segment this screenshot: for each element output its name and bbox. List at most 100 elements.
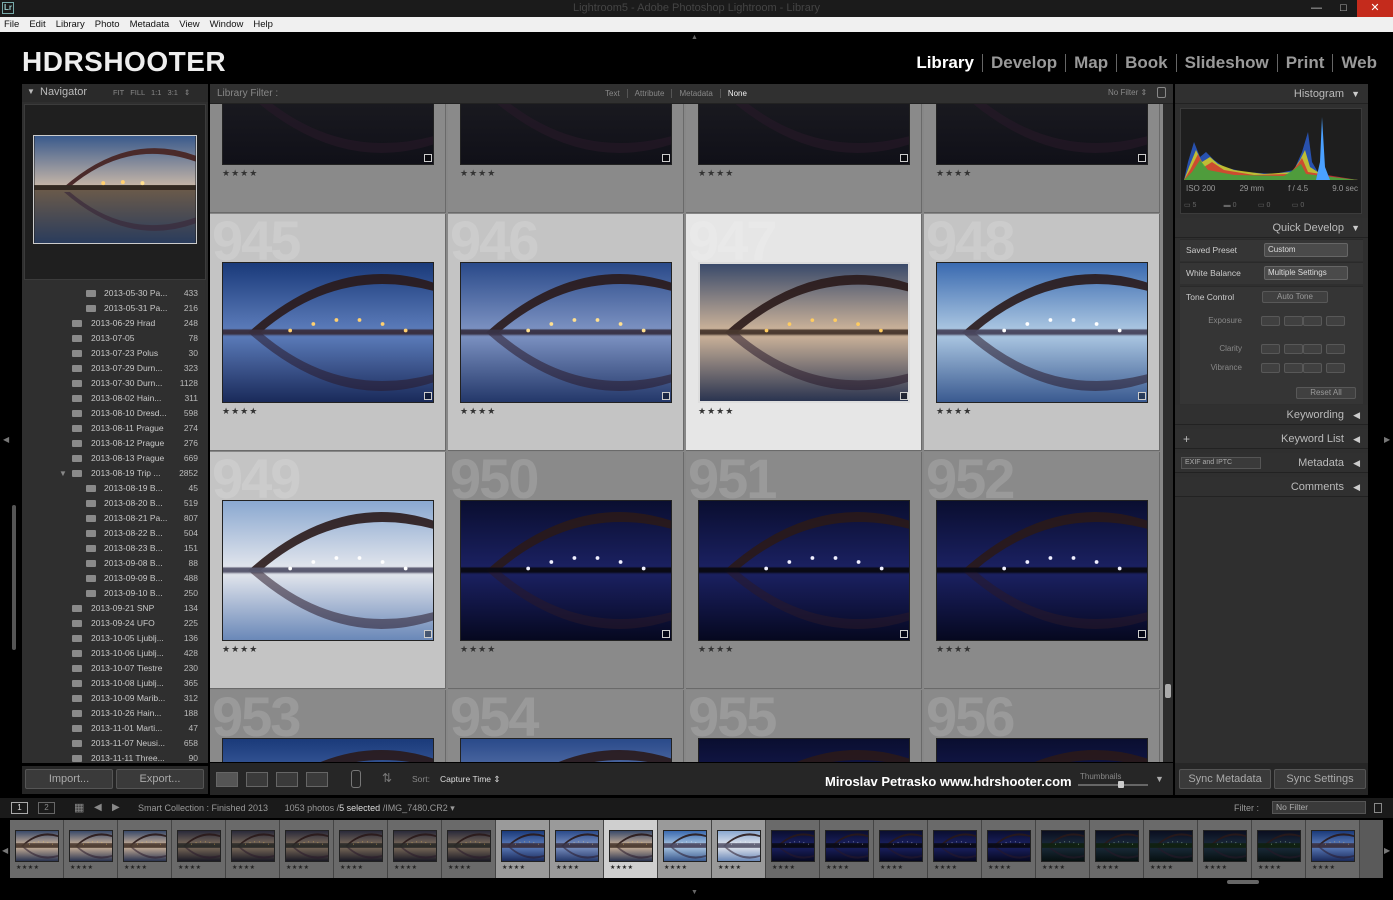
photo-thumbnail[interactable] xyxy=(460,104,672,165)
menu-help[interactable]: Help xyxy=(253,19,273,30)
grid-cell[interactable]: ★★★★ xyxy=(210,104,446,213)
sync-metadata-button[interactable]: Sync Metadata xyxy=(1179,769,1271,789)
star-rating[interactable]: ★★★★ xyxy=(460,644,496,655)
expand-right-panel-icon[interactable]: ▶ xyxy=(1384,435,1390,444)
grid-cell[interactable]: 948 ★★★★ xyxy=(924,214,1160,451)
develop-adjusted-icon[interactable] xyxy=(424,630,432,638)
grid-cell[interactable]: 946 ★★★★ xyxy=(448,214,684,451)
menu-edit[interactable]: Edit xyxy=(29,19,45,30)
grid-cell[interactable]: 955 xyxy=(686,690,922,762)
photo-thumbnail[interactable] xyxy=(936,500,1148,641)
filter-tab-attribute[interactable]: Attribute xyxy=(626,89,672,98)
folder-item[interactable]: 2013-11-11 Three... 90 xyxy=(22,751,208,763)
menu-view[interactable]: View xyxy=(179,19,199,30)
collapse-triangle-icon[interactable]: ▼ xyxy=(1351,84,1360,104)
module-library[interactable]: Library xyxy=(908,54,982,72)
menu-photo[interactable]: Photo xyxy=(95,19,120,30)
folder-item[interactable]: 2013-07-30 Durn... 1128 xyxy=(22,376,208,391)
painter-icon[interactable] xyxy=(351,770,361,788)
folder-item[interactable]: 2013-07-23 Polus 30 xyxy=(22,346,208,361)
filmstrip-thumbnail[interactable] xyxy=(987,830,1031,862)
develop-adjusted-icon[interactable] xyxy=(424,154,432,162)
vibrance-increase[interactable] xyxy=(1303,363,1322,373)
menu-file[interactable]: File xyxy=(4,19,19,30)
collapse-top-icon[interactable]: ▲ xyxy=(691,34,698,41)
filmstrip-cell[interactable]: ★★★★ xyxy=(874,820,928,878)
filmstrip-cell[interactable]: ★★★★ xyxy=(334,820,388,878)
navigator-zoom-options[interactable]: FIT FILL 1:1 3:1 ⇕ xyxy=(113,88,190,97)
exposure-decrease-large[interactable] xyxy=(1261,316,1280,326)
star-rating[interactable]: ★★★★ xyxy=(460,168,496,179)
folder-item[interactable]: ▼ 2013-08-19 Trip ... 2852 xyxy=(22,466,208,481)
keyword-list-header[interactable]: + Keyword List ◀ xyxy=(1175,429,1368,449)
filter-tab-text[interactable]: Text xyxy=(598,89,627,98)
keywording-header[interactable]: Keywording ◀ xyxy=(1175,405,1368,425)
grid-cell[interactable]: 947 ★★★★ xyxy=(686,214,922,451)
filmstrip-thumbnail[interactable] xyxy=(771,830,815,862)
collapse-triangle-icon[interactable]: ▼ xyxy=(1351,218,1360,238)
grid-scrollbar-thumb[interactable] xyxy=(1165,684,1171,698)
filmstrip-cell[interactable]: ★★★★ xyxy=(172,820,226,878)
minimize-icon[interactable]: — xyxy=(1303,0,1330,17)
secondary-window-icon[interactable]: 2 xyxy=(38,802,55,814)
filter-preset-select[interactable]: No Filter ⇕ xyxy=(1108,88,1147,97)
add-keyword-icon[interactable]: + xyxy=(1183,429,1190,449)
grid-cell[interactable]: 951 ★★★★ xyxy=(686,452,922,689)
filmstrip-cell[interactable]: ★★★★ xyxy=(1306,820,1360,878)
folder-item[interactable]: 2013-10-26 Hain... 188 xyxy=(22,706,208,721)
star-rating[interactable]: ★★★★ xyxy=(936,406,972,417)
star-rating[interactable]: ★★★★ xyxy=(222,644,258,655)
module-web[interactable]: Web xyxy=(1332,54,1385,72)
navigator-thumbnail[interactable] xyxy=(33,135,197,244)
folder-item[interactable]: 2013-11-01 Marti... 47 xyxy=(22,721,208,736)
sort-select[interactable]: Capture Time ⇕ xyxy=(440,774,501,785)
filmstrip-cell[interactable]: ★★★★ xyxy=(658,820,712,878)
folder-item[interactable]: 2013-05-30 Pa... 433 xyxy=(22,286,208,301)
loupe-view-icon[interactable] xyxy=(246,772,268,787)
folder-item[interactable]: 2013-09-24 UFO 225 xyxy=(22,616,208,631)
folder-item[interactable]: 2013-10-09 Marib... 312 xyxy=(22,691,208,706)
filmstrip-thumbnail[interactable] xyxy=(1311,830,1355,862)
grid-scrollbar[interactable] xyxy=(1163,104,1173,762)
module-slideshow[interactable]: Slideshow xyxy=(1175,54,1277,72)
vibrance-decrease-large[interactable] xyxy=(1261,363,1280,373)
folder-item[interactable]: 2013-05-31 Pa... 216 xyxy=(22,301,208,316)
collapse-triangle-icon[interactable]: ▼ xyxy=(27,87,35,96)
star-rating[interactable]: ★★★★ xyxy=(222,406,258,417)
grid-cell[interactable]: ★★★★ xyxy=(924,104,1160,213)
filmstrip-thumbnail[interactable] xyxy=(393,830,437,862)
survey-view-icon[interactable] xyxy=(306,772,328,787)
folder-item[interactable]: 2013-08-21 Pa... 807 xyxy=(22,511,208,526)
filmstrip-cell[interactable]: ★★★★ xyxy=(388,820,442,878)
lightroom-app-icon[interactable]: Lr xyxy=(2,2,14,14)
expand-left-panel-icon[interactable]: ◀ xyxy=(3,435,9,444)
photo-thumbnail[interactable] xyxy=(222,104,434,165)
compare-view-icon[interactable] xyxy=(276,772,298,787)
menu-metadata[interactable]: Metadata xyxy=(130,19,170,30)
filmstrip-scrollbar[interactable] xyxy=(1227,880,1259,884)
filmstrip-thumbnail[interactable] xyxy=(1041,830,1085,862)
folder-item[interactable]: 2013-08-02 Hain... 311 xyxy=(22,391,208,406)
filter-lock-icon[interactable] xyxy=(1374,803,1382,813)
filmstrip-thumbnail[interactable] xyxy=(177,830,221,862)
star-rating[interactable]: ★★★★ xyxy=(698,644,734,655)
grid-cell[interactable]: ★★★★ xyxy=(448,104,684,213)
folder-item[interactable]: 2013-08-12 Prague 276 xyxy=(22,436,208,451)
folder-item[interactable]: 2013-08-19 B... 45 xyxy=(22,481,208,496)
star-rating[interactable]: ★★★★ xyxy=(936,644,972,655)
folder-item[interactable]: 2013-09-21 SNP 134 xyxy=(22,601,208,616)
exposure-increase[interactable] xyxy=(1303,316,1322,326)
grid-cell[interactable]: ★★★★ xyxy=(686,104,922,213)
filmstrip-thumbnail[interactable] xyxy=(1203,830,1247,862)
filmstrip-cell[interactable]: ★★★★ xyxy=(1198,820,1252,878)
star-rating[interactable]: ★★★★ xyxy=(222,168,258,179)
sync-settings-button[interactable]: Sync Settings xyxy=(1274,769,1366,789)
photo-thumbnail[interactable] xyxy=(460,738,672,762)
filmstrip-cell[interactable]: ★★★★ xyxy=(982,820,1036,878)
forward-arrow-icon[interactable]: ▶ xyxy=(112,802,120,813)
vibrance-increase-large[interactable] xyxy=(1326,363,1345,373)
develop-adjusted-icon[interactable] xyxy=(1138,392,1146,400)
exposure-increase-large[interactable] xyxy=(1326,316,1345,326)
import-button[interactable]: Import... xyxy=(25,769,113,789)
close-icon[interactable]: ✕ xyxy=(1357,0,1393,17)
